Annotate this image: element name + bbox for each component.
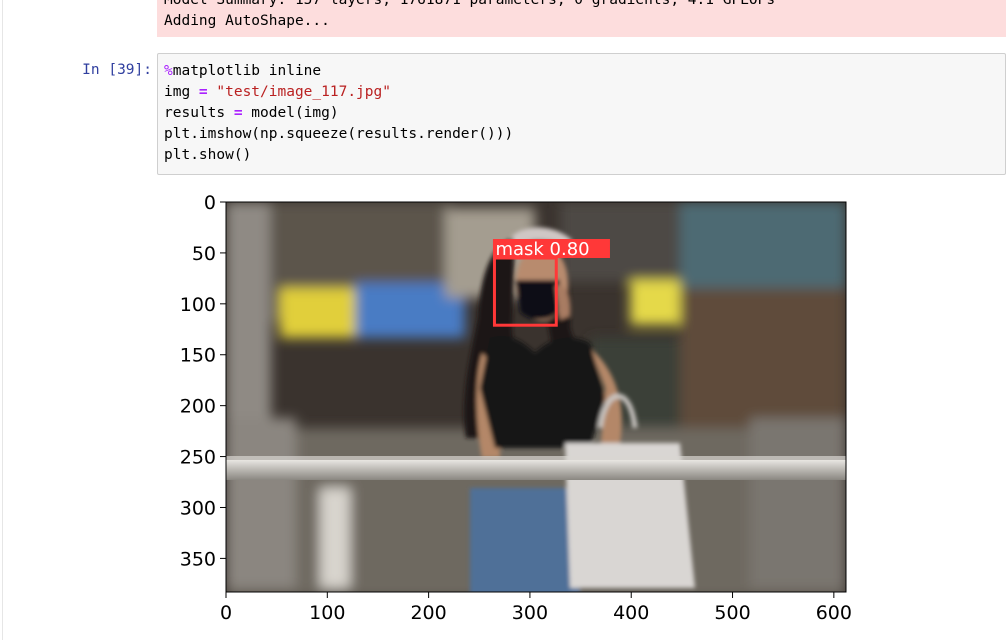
code-line-3-operator: =: [233, 105, 243, 121]
y-tick-label: 200: [180, 396, 216, 418]
code-line-2-operator: =: [198, 84, 208, 100]
x-tick-label: 500: [714, 602, 750, 624]
x-tick-label: 200: [410, 602, 446, 624]
code-line-3-name: results: [164, 105, 234, 121]
code-line-2-name: img: [164, 84, 199, 100]
input-prompt: In [39]:: [82, 62, 152, 78]
y-tick-label: 150: [180, 345, 216, 367]
detection-label: mask 0.80: [495, 239, 589, 260]
x-tick-label: 0: [220, 602, 232, 624]
magic-command: matplotlib inline: [172, 63, 322, 79]
notebook-page: Model Summary: 157 layers, 1761871 param…: [0, 0, 1006, 640]
y-axis: 0 50 100 150 200 250 300 350: [180, 192, 226, 570]
code-line-5: plt.show(): [164, 147, 252, 163]
cell-left-border: [2, 0, 3, 640]
y-tick-label: 0: [204, 192, 216, 214]
y-tick-label: 50: [192, 243, 216, 265]
stderr-line-2: Adding AutoShape...: [164, 13, 330, 29]
y-tick-label: 300: [180, 497, 216, 519]
y-tick-label: 250: [180, 447, 216, 469]
photo-image: [226, 202, 846, 592]
code-line-3-rest: model(img): [242, 105, 339, 121]
stderr-line-1: Model Summary: 157 layers, 1761871 param…: [164, 0, 776, 8]
magic-percent: %: [164, 63, 173, 79]
x-axis: 0 100 200 300 400 500 600: [220, 592, 852, 624]
code-line-2-string: "test/image_117.jpg": [207, 84, 391, 100]
stderr-output: Model Summary: 157 layers, 1761871 param…: [157, 0, 1006, 37]
x-tick-label: 300: [512, 602, 548, 624]
plot-svg: mask 0.80 0 100 200 300 400 500 600 0 50 100 150 2…: [180, 192, 852, 624]
code-line-4: plt.imshow(np.squeeze(results.render())): [164, 126, 514, 142]
output-figure: mask 0.80 0 100 200 300 400 500 600 0 50 100 150 2…: [160, 188, 860, 638]
x-tick-label: 400: [613, 602, 649, 624]
x-tick-label: 100: [309, 602, 345, 624]
y-tick-label: 100: [180, 294, 216, 316]
x-tick-label: 600: [816, 602, 852, 624]
y-tick-label: 350: [180, 548, 216, 570]
code-cell-editor[interactable]: %matplotlib inline img = "test/image_117…: [157, 53, 1006, 175]
